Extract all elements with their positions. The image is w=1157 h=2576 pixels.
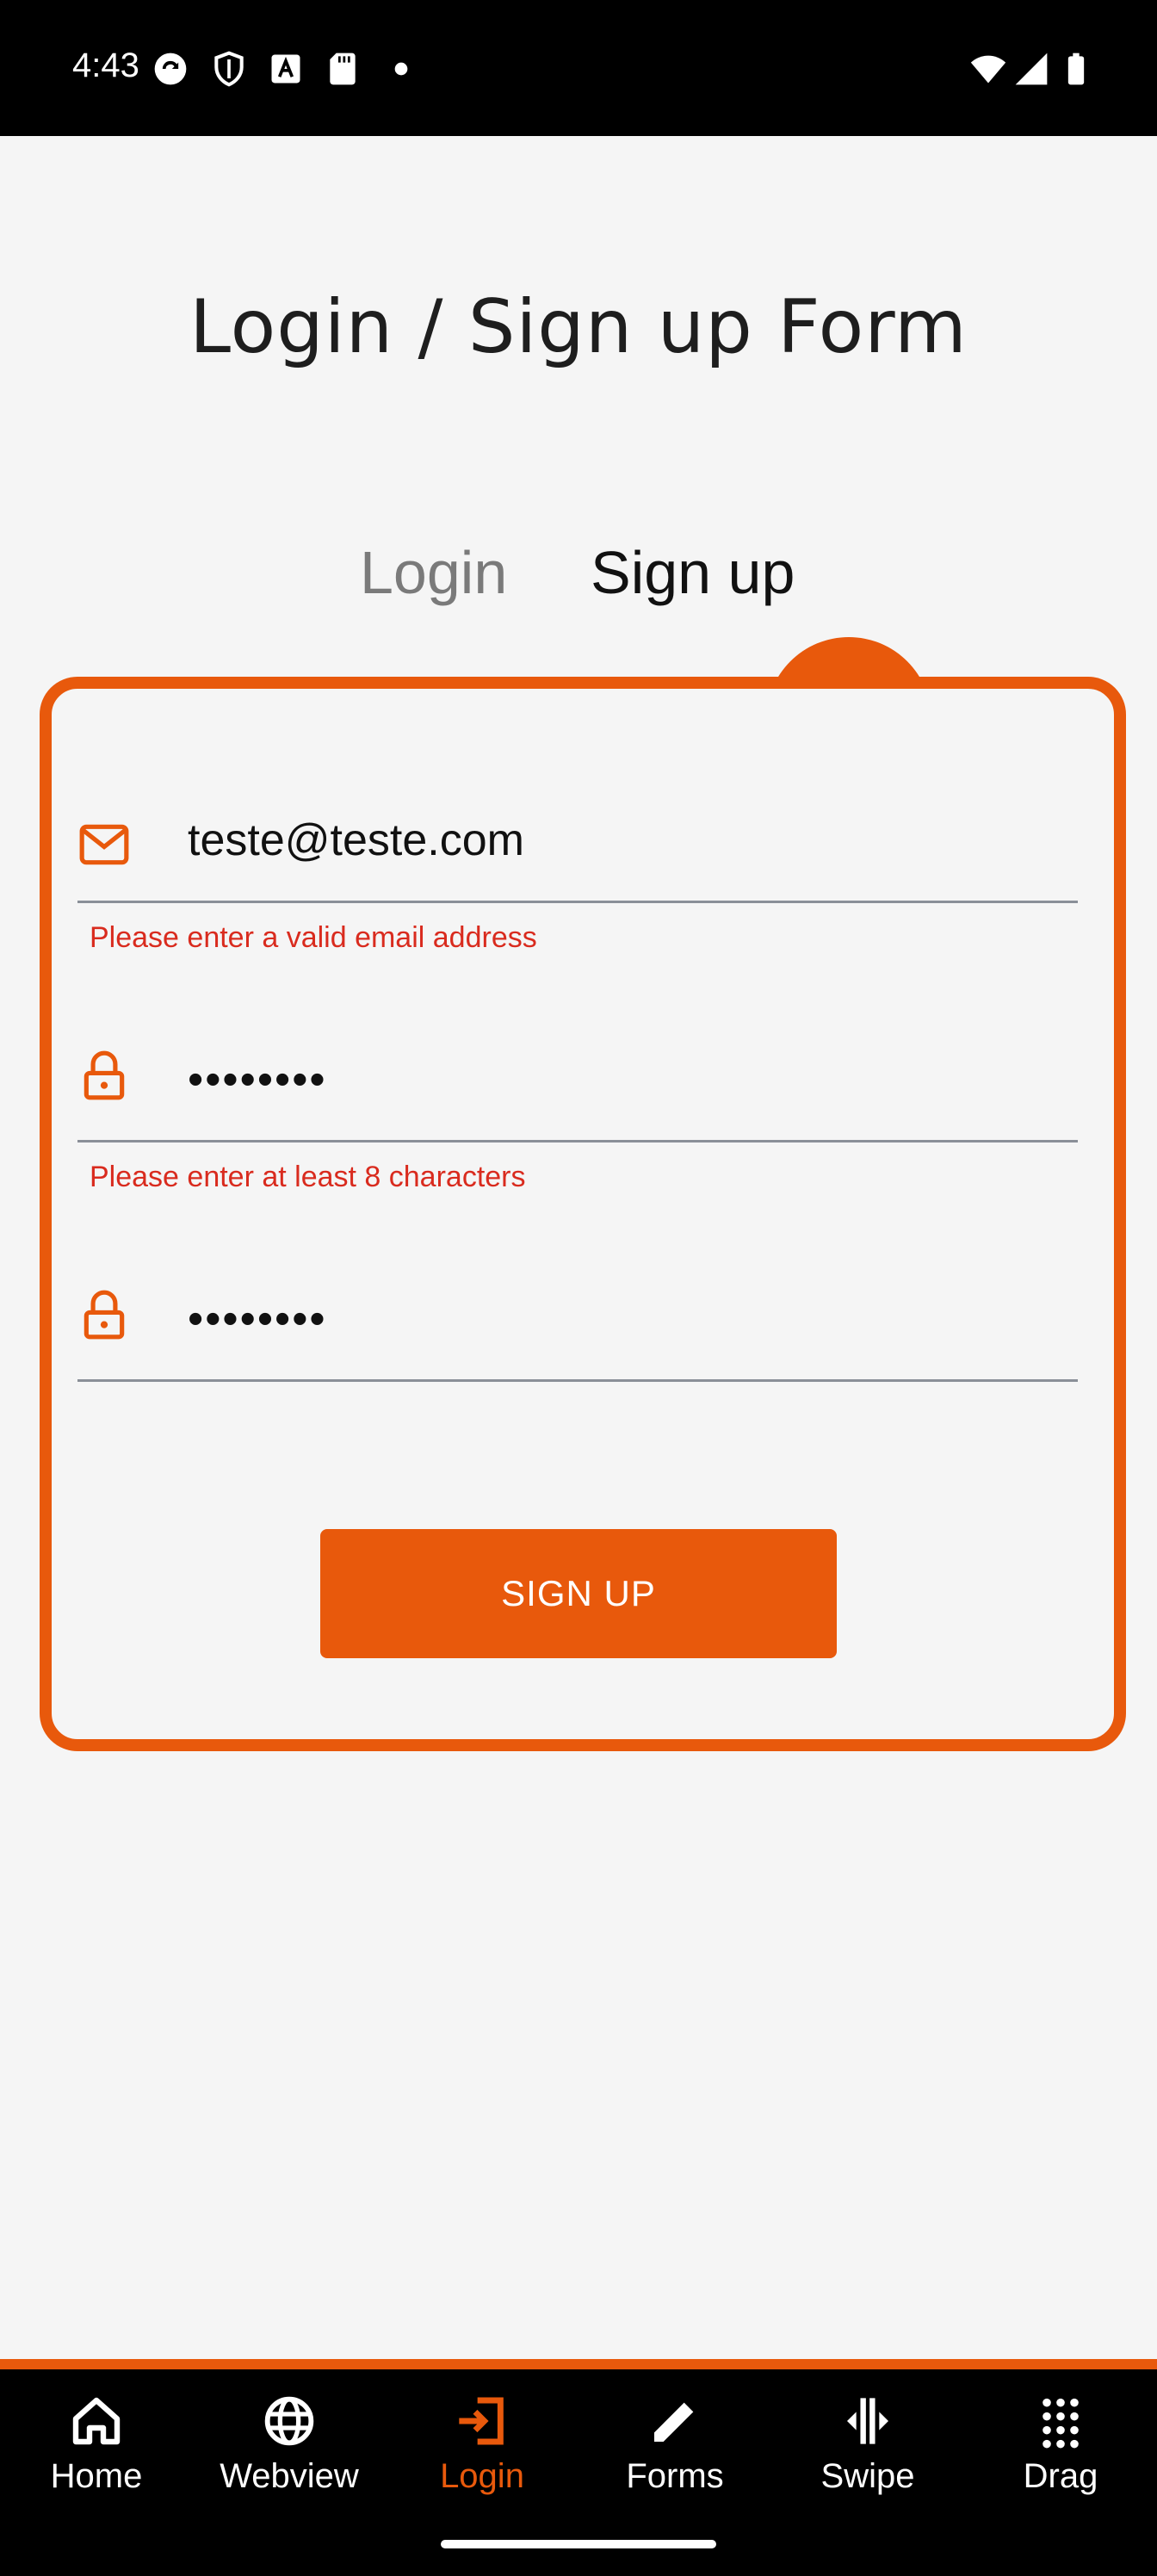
nav-item-home[interactable]: Home (0, 2369, 193, 2533)
mail-icon (79, 824, 129, 865)
nav-item-forms[interactable]: Forms (578, 2369, 771, 2533)
battery-icon (1067, 53, 1085, 85)
dot-icon (394, 62, 408, 76)
lock-icon (84, 1290, 125, 1340)
password-error: Please enter at least 8 characters (90, 1161, 526, 1193)
password-value: •••••••• (188, 1055, 327, 1105)
email-value: teste@teste.com (188, 815, 524, 865)
swipe-icon (847, 2398, 888, 2444)
nav-item-webview[interactable]: Webview (193, 2369, 386, 2533)
tab-login[interactable]: Login (360, 538, 507, 607)
sd-card-icon (330, 53, 356, 85)
email-field[interactable]: teste@teste.com (77, 806, 1078, 903)
tab-signup[interactable]: Sign up (591, 538, 795, 607)
nav-label: Login (440, 2457, 524, 2495)
nav-label: Swipe (820, 2457, 915, 2495)
lock-icon (84, 1050, 125, 1100)
globe-icon (264, 2396, 314, 2446)
login-icon (459, 2397, 504, 2445)
nav-label: Forms (626, 2457, 724, 2495)
nav-item-login[interactable]: Login (386, 2369, 578, 2533)
wifi-icon (970, 55, 1006, 84)
confirm-password-value: •••••••• (188, 1294, 327, 1344)
password-field[interactable]: •••••••• (77, 1045, 1078, 1142)
confirm-password-field[interactable]: •••••••• (77, 1285, 1078, 1382)
page-title: Login / Sign up Form (189, 284, 968, 370)
shield-icon (214, 51, 244, 87)
nav-item-swipe[interactable]: Swipe (771, 2369, 964, 2533)
sync-icon (154, 53, 187, 85)
pencil-icon (654, 2402, 694, 2442)
status-bar: 4:43 (0, 0, 1157, 136)
grid-icon (1043, 2398, 1079, 2449)
status-time: 4:43 (72, 46, 139, 84)
text-icon (271, 54, 300, 84)
sign-up-button[interactable]: SIGN UP (320, 1529, 837, 1658)
nav-divider (0, 2359, 1157, 2369)
home-indicator[interactable] (441, 2540, 716, 2548)
nav-label: Drag (1023, 2457, 1098, 2495)
nav-label: Home (50, 2457, 143, 2495)
home-icon (72, 2397, 121, 2445)
nav-item-drag[interactable]: Drag (964, 2369, 1157, 2533)
email-error: Please enter a valid email address (90, 921, 537, 954)
nav-label: Webview (220, 2457, 359, 2495)
signal-icon (1015, 53, 1048, 85)
